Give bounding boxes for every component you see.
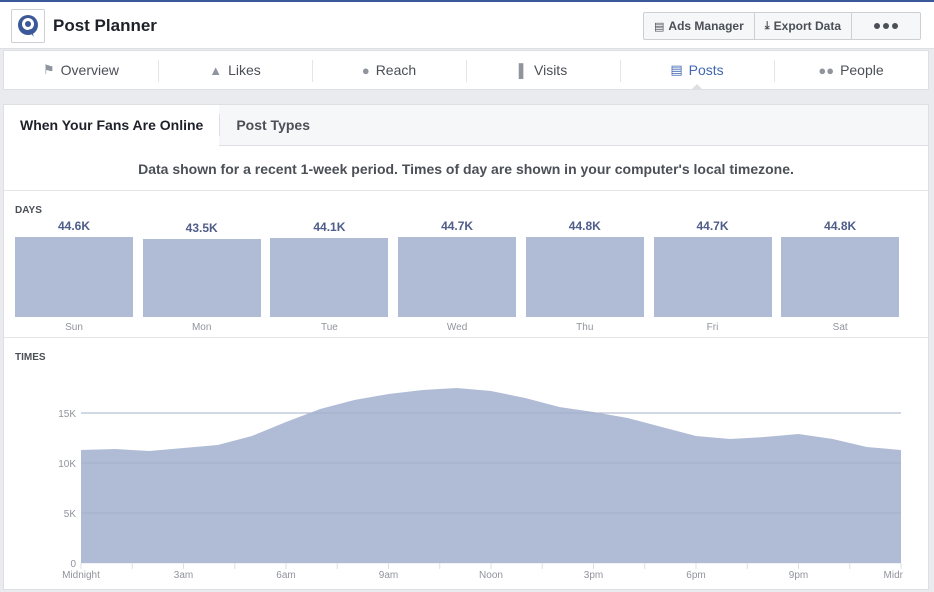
more-options-button[interactable] (852, 13, 920, 39)
page-title: Post Planner (53, 16, 157, 35)
posts-subtabs: When Your Fans Are Online Post Types (4, 104, 928, 146)
day-value-label: 44.7K (696, 219, 729, 234)
tab-reach-label: Reach (375, 62, 417, 78)
y-tick-label: 5K (64, 509, 77, 520)
times-section-label: TIMES (15, 352, 46, 363)
x-tick-label: 9am (379, 570, 398, 581)
times-area-chart: 0 5K 10K 15K Midnight 3am 6am 9am Noon 3pm 6pm 9pm M… (58, 388, 904, 581)
day-tick-label: Mon (191, 322, 212, 333)
y-tick-label: 10K (58, 459, 76, 470)
day-bar[interactable] (525, 237, 644, 317)
tab-visits[interactable]: ▌ Visits (466, 51, 620, 89)
timezone-notice: Data shown for a recent 1-week period. T… (4, 147, 928, 191)
tab-people[interactable]: ●● People (774, 51, 928, 89)
x-tick-label: Midnight (62, 570, 100, 581)
y-tick-label: 0 (70, 559, 76, 570)
x-tick-label: 3pm (584, 570, 603, 581)
ads-manager-label: Ads Manager (668, 19, 744, 33)
group-icon: ●● (818, 62, 835, 78)
tab-visits-label: Visits (534, 62, 568, 78)
tab-reach[interactable]: ● Reach (312, 51, 466, 89)
subtab-fans-online[interactable]: When Your Fans Are Online (4, 104, 220, 146)
posts-icon: ▤ (670, 62, 683, 77)
day-value-label: 44.1K (313, 219, 346, 234)
day-bar[interactable] (653, 237, 772, 317)
day-value-label: 44.7K (441, 219, 474, 234)
page-logo[interactable] (11, 9, 45, 43)
tab-posts[interactable]: ▤ Posts (620, 51, 774, 90)
people-icon: ● (361, 62, 370, 78)
day-value-label: 44.8K (824, 219, 857, 233)
x-tick-label: 6am (276, 570, 295, 581)
day-tick-label: Sat (832, 322, 848, 333)
day-bar[interactable] (15, 237, 133, 317)
x-tick-label: 3am (174, 570, 193, 581)
day-value-label: 44.6K (57, 219, 91, 234)
insights-nav: ⚑ Overview ▲ Likes ● Reach ▌ Visits ▤ Po… (3, 50, 929, 90)
times-area-series[interactable] (81, 388, 901, 563)
export-data-label: Export Data (773, 19, 841, 33)
day-tick-label: Tue (320, 322, 338, 333)
days-section-label: DAYS (15, 205, 42, 216)
megaphone-icon: ⚑ (42, 62, 55, 77)
tab-likes-label: Likes (228, 62, 261, 78)
pin-logo-icon (18, 15, 38, 37)
day-tick-label: Sun (65, 322, 83, 333)
x-tick-label: 9pm (789, 570, 808, 581)
day-value-label: 44.8K (568, 219, 601, 233)
x-tick-label: Midr (884, 570, 904, 581)
tab-posts-label: Posts (688, 62, 724, 78)
tab-people-label: People (840, 62, 884, 78)
posts-card: When Your Fans Are Online Post Types Dat… (3, 104, 929, 590)
x-tick-label: 6pm (686, 570, 705, 581)
bar-chart-icon: ▌ (518, 62, 528, 78)
day-bar[interactable] (270, 237, 389, 317)
section-divider (4, 337, 928, 338)
tab-overview-label: Overview (60, 62, 119, 78)
ads-manager-icon: ▤ (654, 20, 665, 33)
download-icon: ⤓ (764, 19, 770, 32)
day-value-label: 43.5K (185, 220, 218, 235)
tab-likes[interactable]: ▲ Likes (158, 51, 312, 89)
x-tick-label: Noon (479, 570, 503, 581)
subtab-post-types[interactable]: Post Types (220, 105, 326, 146)
day-tick-label: Fri (706, 322, 719, 333)
thumbs-up-icon: ▲ (209, 62, 223, 78)
tab-overview[interactable]: ⚑ Overview (4, 51, 158, 89)
page-header: Post Planner ▤ Ads Manager ⤓ Export Data (0, 2, 934, 49)
day-bar[interactable] (781, 237, 900, 317)
export-data-button[interactable]: ⤓ Export Data (755, 13, 852, 39)
more-dots-icon (862, 23, 910, 29)
ads-manager-button[interactable]: ▤ Ads Manager (644, 13, 755, 39)
day-tick-label: Thu (576, 322, 594, 333)
day-bar[interactable] (398, 237, 517, 317)
header-button-group: ▤ Ads Manager ⤓ Export Data (643, 12, 921, 40)
day-bar[interactable] (142, 238, 261, 317)
y-tick-label: 15K (58, 409, 76, 420)
day-tick-label: Wed (446, 322, 468, 333)
